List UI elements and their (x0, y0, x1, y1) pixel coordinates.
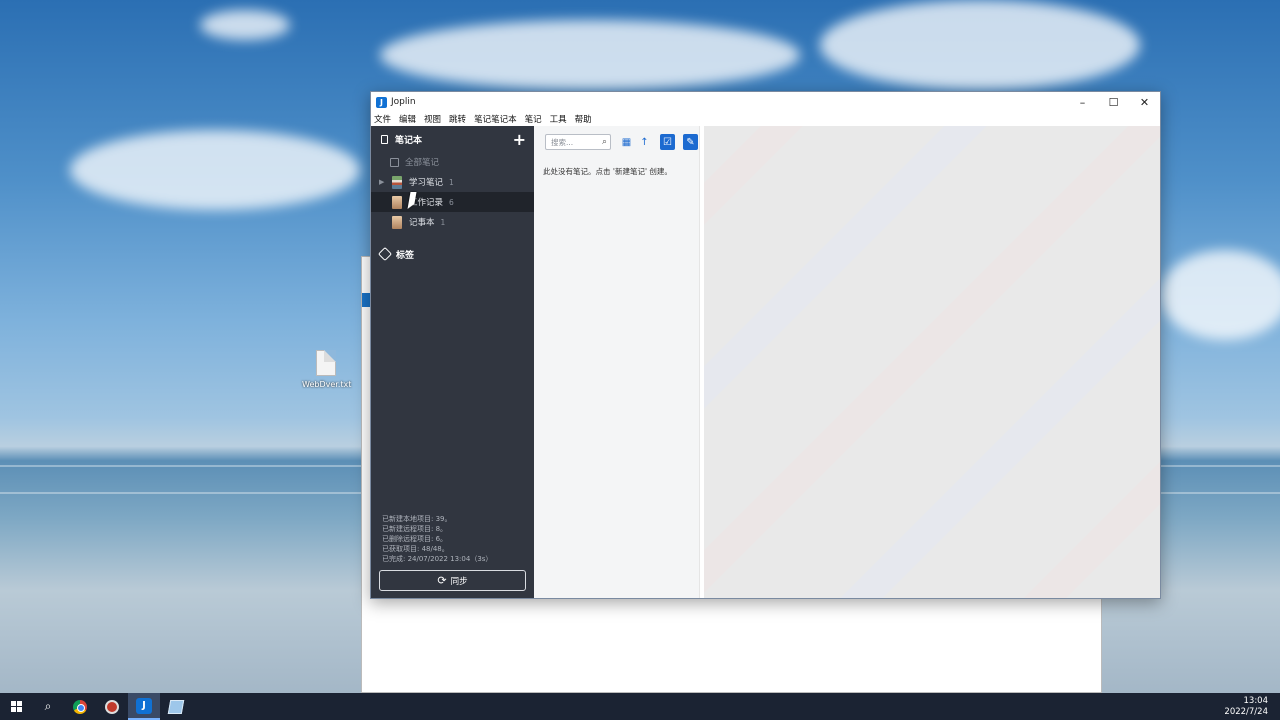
sync-icon: ⟳ (437, 574, 447, 587)
sidebar-item-notebook[interactable]: ▶ 学习笔记 1 (371, 172, 534, 192)
joplin-taskbar-icon[interactable]: J (128, 693, 160, 720)
window-controls: – ☐ ✕ (1067, 92, 1160, 112)
cloud (1160, 250, 1280, 340)
cloud (70, 130, 360, 210)
menu-bar: 文件 编辑 视图 跳转 笔记笔记本 笔记 工具 帮助 (371, 112, 1160, 126)
sort-by-date-icon[interactable]: ▦ (619, 134, 634, 150)
notebook-label: 记事本 (409, 218, 435, 228)
search-icon[interactable]: ⌕ (32, 693, 64, 720)
notebook-cover-icon (392, 195, 402, 209)
sync-report-line: 已新建远程项目: 8。 (382, 525, 448, 533)
joplin-app-icon: J (376, 96, 387, 108)
sync-report: 已新建本地项目: 39。 已新建远程项目: 8。 已删除远程项目: 6。 已获取… (382, 514, 492, 564)
notebook-cover-icon (392, 215, 402, 229)
all-notes-label: 全部笔记 (405, 158, 440, 168)
new-note-button[interactable]: ✎ (683, 134, 698, 150)
notebook-label: 学习笔记 (409, 178, 444, 188)
search-icon: ⌕ (601, 137, 607, 147)
menu-tools[interactable]: 工具 (550, 113, 567, 125)
sort-order-arrow-icon[interactable]: ↑ (637, 134, 652, 150)
cloud (820, 0, 1140, 90)
joplin-window: J Joplin – ☐ ✕ 文件 编辑 视图 跳转 笔记笔记本 笔记 工具 帮… (370, 91, 1161, 599)
search-input[interactable]: 搜索... ⌕ (545, 134, 611, 150)
app-content: 笔记本 + 全部笔记 ▶ 学习笔记 1 工作记录 6 记事本 1 标签 已新建本… (371, 126, 1160, 598)
menu-notebook[interactable]: 笔记笔记本 (474, 113, 517, 125)
sync-report-line: 已获取项目: 48/48。 (382, 545, 449, 553)
system-clock[interactable]: 13:04 2022/7/24 (1224, 696, 1268, 718)
minimize-button[interactable]: – (1067, 92, 1098, 112)
empty-note-list-message: 此处没有笔记。点击 '新建笔记' 创建。 (543, 167, 672, 176)
sidebar: 笔记本 + 全部笔记 ▶ 学习笔记 1 工作记录 6 记事本 1 标签 已新建本… (371, 126, 534, 598)
sync-report-line: 已新建本地项目: 39。 (382, 515, 452, 523)
background-window-selection (362, 293, 370, 307)
cloud (380, 20, 800, 90)
search-placeholder: 搜索... (551, 137, 574, 147)
menu-help[interactable]: 帮助 (575, 113, 592, 125)
sidebar-item-notebook[interactable]: 记事本 1 (371, 212, 534, 232)
window-title: Joplin (391, 97, 416, 107)
windows-logo-icon (10, 701, 22, 712)
all-notes-icon (390, 157, 399, 167)
text-file-icon (316, 350, 336, 376)
recorder-app-icon[interactable] (96, 693, 128, 720)
notebook-stack-icon (392, 175, 402, 189)
clock-date: 2022/7/24 (1224, 706, 1268, 717)
maximize-button[interactable]: ☐ (1098, 92, 1129, 112)
sync-report-line: 已完成: 24/07/2022 13:04（3s） (382, 555, 493, 563)
sync-report-line: 已删除远程项目: 6。 (382, 535, 448, 543)
desktop-file-icon[interactable]: WebDver.txt (302, 350, 352, 389)
menu-go[interactable]: 跳转 (449, 113, 466, 125)
notebook-icon (381, 134, 388, 144)
start-button[interactable] (0, 693, 32, 720)
note-list: 搜索... ⌕ ▦ ↑ ☑ ✎ 此处没有笔记。点击 '新建笔记' 创建。 (534, 126, 700, 598)
desktop-file-label: WebDver.txt (302, 380, 352, 389)
close-button[interactable]: ✕ (1129, 92, 1160, 112)
notebooks-header-label: 笔记本 (395, 135, 423, 146)
menu-note[interactable]: 笔记 (525, 113, 542, 125)
cloud (200, 10, 290, 40)
sidebar-item-notebook[interactable]: 工作记录 6 (371, 192, 534, 212)
note-editor-empty (704, 126, 1160, 598)
chrome-icon[interactable] (64, 693, 96, 720)
menu-view[interactable]: 视图 (424, 113, 441, 125)
sidebar-item-all-notes[interactable]: 全部笔记 (371, 152, 534, 172)
notebook-count: 1 (440, 217, 446, 227)
tag-icon (377, 246, 393, 262)
menu-edit[interactable]: 编辑 (399, 113, 416, 125)
tags-header[interactable]: 标签 (371, 242, 534, 266)
sync-button-label: 同步 (450, 576, 468, 587)
new-todo-button[interactable]: ☑ (660, 134, 675, 150)
notebooks-header[interactable]: 笔记本 + (371, 126, 534, 152)
tags-header-label: 标签 (396, 250, 415, 261)
expand-arrow-icon[interactable]: ▶ (379, 178, 384, 186)
clock-time: 13:04 (1243, 695, 1269, 706)
menu-file[interactable]: 文件 (374, 113, 391, 125)
notepad-taskbar-icon[interactable] (160, 693, 192, 720)
taskbar: ⌕ J 13:04 2022/7/24 (0, 693, 1280, 720)
title-bar[interactable]: J Joplin – ☐ ✕ (371, 92, 1160, 112)
notebook-count: 6 (449, 197, 454, 207)
note-list-toolbar: 搜索... ⌕ ▦ ↑ ☑ ✎ (534, 126, 699, 158)
add-notebook-button[interactable]: + (513, 130, 526, 149)
notebook-count: 1 (449, 177, 454, 187)
sync-button[interactable]: ⟳ 同步 (379, 570, 526, 591)
